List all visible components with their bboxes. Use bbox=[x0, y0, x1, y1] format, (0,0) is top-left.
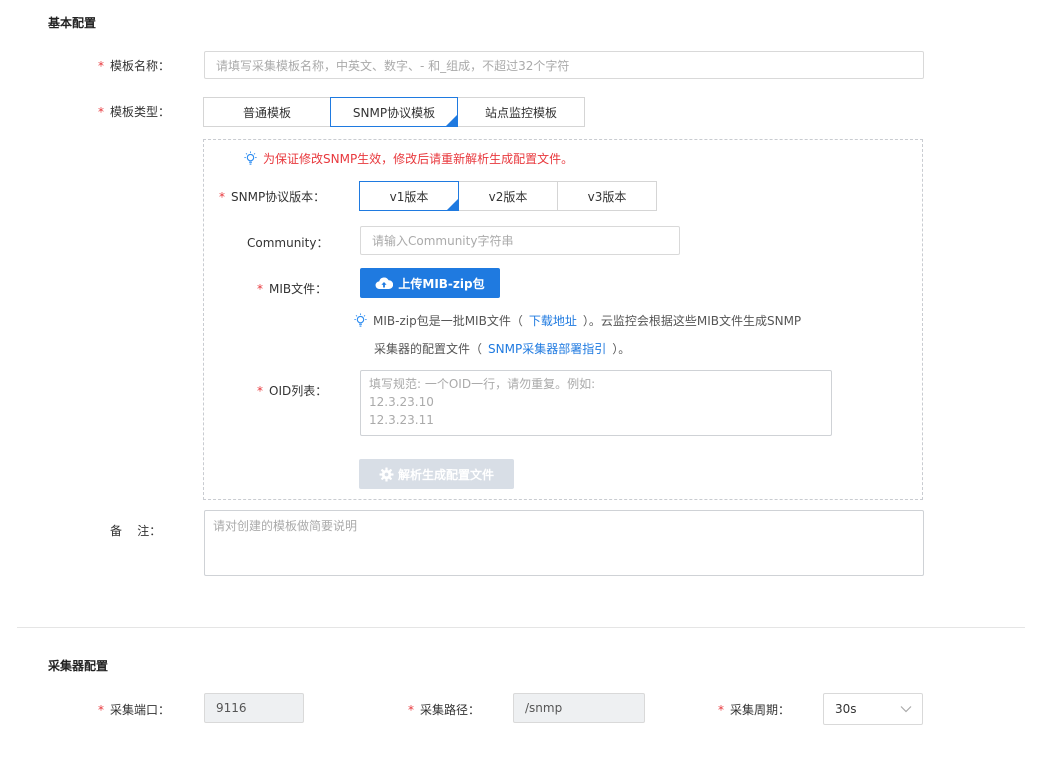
collector-port-label: * 采集端口： bbox=[98, 703, 171, 717]
mib-tip-line2: 采集器的配置文件（ SNMP采集器部署指引）。 bbox=[374, 340, 631, 357]
template-type-snmp[interactable]: SNMP协议模板 bbox=[330, 97, 458, 127]
remark-textarea[interactable]: 请对创建的模板做简要说明 bbox=[204, 510, 924, 576]
template-type-group: 普通模板 SNMP协议模板 站点监控模板 bbox=[203, 97, 585, 127]
remark-placeholder: 请对创建的模板做简要说明 bbox=[213, 519, 358, 533]
template-type-label: * 模板类型： bbox=[98, 105, 171, 119]
parse-config-button[interactable]: 解析生成配置文件 bbox=[359, 459, 514, 489]
oid-list-label: * OID列表： bbox=[257, 384, 328, 398]
section-divider bbox=[17, 627, 1025, 628]
snmp-version-group: v1版本 v2版本 v3版本 bbox=[359, 181, 657, 211]
oid-placeholder-line: 填写规范: 一个OID一行，请勿重复。例如: bbox=[369, 377, 596, 391]
remark-label: 备 注： bbox=[110, 524, 162, 538]
required-mark: * bbox=[257, 282, 263, 296]
cloud-upload-icon bbox=[375, 277, 394, 290]
template-name-placeholder: 请填写采集模板名称，中英文、数字、- 和_组成，不超过32个字符 bbox=[216, 58, 570, 73]
required-mark: * bbox=[98, 59, 104, 73]
collector-port-input[interactable]: 9116 bbox=[204, 693, 304, 723]
snmp-version-v3[interactable]: v3版本 bbox=[557, 181, 657, 211]
snmp-version-label: * SNMP协议版本： bbox=[219, 190, 326, 204]
gear-icon bbox=[379, 466, 394, 482]
collector-path-label: * 采集路径： bbox=[408, 703, 481, 717]
required-mark: * bbox=[98, 105, 104, 119]
mib-tip-line1: MIB-zip包是一批MIB文件（ 下载地址 ）。云监控会根据这些MIB文件生成SN… bbox=[353, 312, 801, 329]
community-input[interactable]: 请输入Community字符串 bbox=[360, 226, 680, 255]
selected-corner-mark bbox=[446, 115, 457, 126]
oid-placeholder-line: 12.3.23.10 bbox=[369, 395, 434, 409]
lightbulb-icon bbox=[354, 313, 367, 327]
mib-file-label: * MIB文件： bbox=[257, 282, 328, 296]
template-type-site-monitor[interactable]: 站点监控模板 bbox=[457, 97, 585, 127]
required-mark: * bbox=[718, 703, 724, 717]
oid-list-textarea[interactable]: 填写规范: 一个OID一行，请勿重复。例如: 12.3.23.10 12.3.2… bbox=[360, 370, 832, 436]
template-name-input[interactable]: 请填写采集模板名称，中英文、数字、- 和_组成，不超过32个字符 bbox=[204, 51, 924, 79]
community-label: Community： bbox=[247, 236, 329, 250]
collector-period-label: * 采集周期： bbox=[718, 703, 791, 717]
oid-placeholder-line: 12.3.23.11 bbox=[369, 413, 434, 427]
collector-period-select[interactable]: 30s bbox=[823, 693, 923, 725]
template-name-label: * 模板名称： bbox=[98, 59, 171, 73]
snmp-deploy-guide-link[interactable]: SNMP采集器部署指引 bbox=[488, 340, 606, 357]
snmp-warning-tip: 为保证修改SNMP生效，修改后请重新解析生成配置文件。 bbox=[243, 150, 573, 167]
community-placeholder: 请输入Community字符串 bbox=[372, 234, 514, 248]
chevron-down-icon bbox=[900, 706, 912, 713]
selected-corner-mark bbox=[447, 199, 458, 210]
snmp-version-v2[interactable]: v2版本 bbox=[458, 181, 558, 211]
required-mark: * bbox=[98, 703, 104, 717]
collector-path-input[interactable]: /snmp bbox=[513, 693, 645, 723]
snmp-version-v1[interactable]: v1版本 bbox=[359, 181, 459, 211]
template-type-normal[interactable]: 普通模板 bbox=[203, 97, 331, 127]
upload-mib-button[interactable]: 上传MIB-zip包 bbox=[360, 268, 500, 298]
collector-section-title: 采集器配置 bbox=[48, 659, 109, 673]
required-mark: * bbox=[219, 190, 225, 204]
basic-section-title: 基本配置 bbox=[48, 16, 97, 30]
required-mark: * bbox=[408, 703, 414, 717]
download-link[interactable]: 下载地址 bbox=[529, 312, 577, 329]
lightbulb-icon bbox=[244, 151, 257, 165]
required-mark: * bbox=[257, 384, 263, 398]
